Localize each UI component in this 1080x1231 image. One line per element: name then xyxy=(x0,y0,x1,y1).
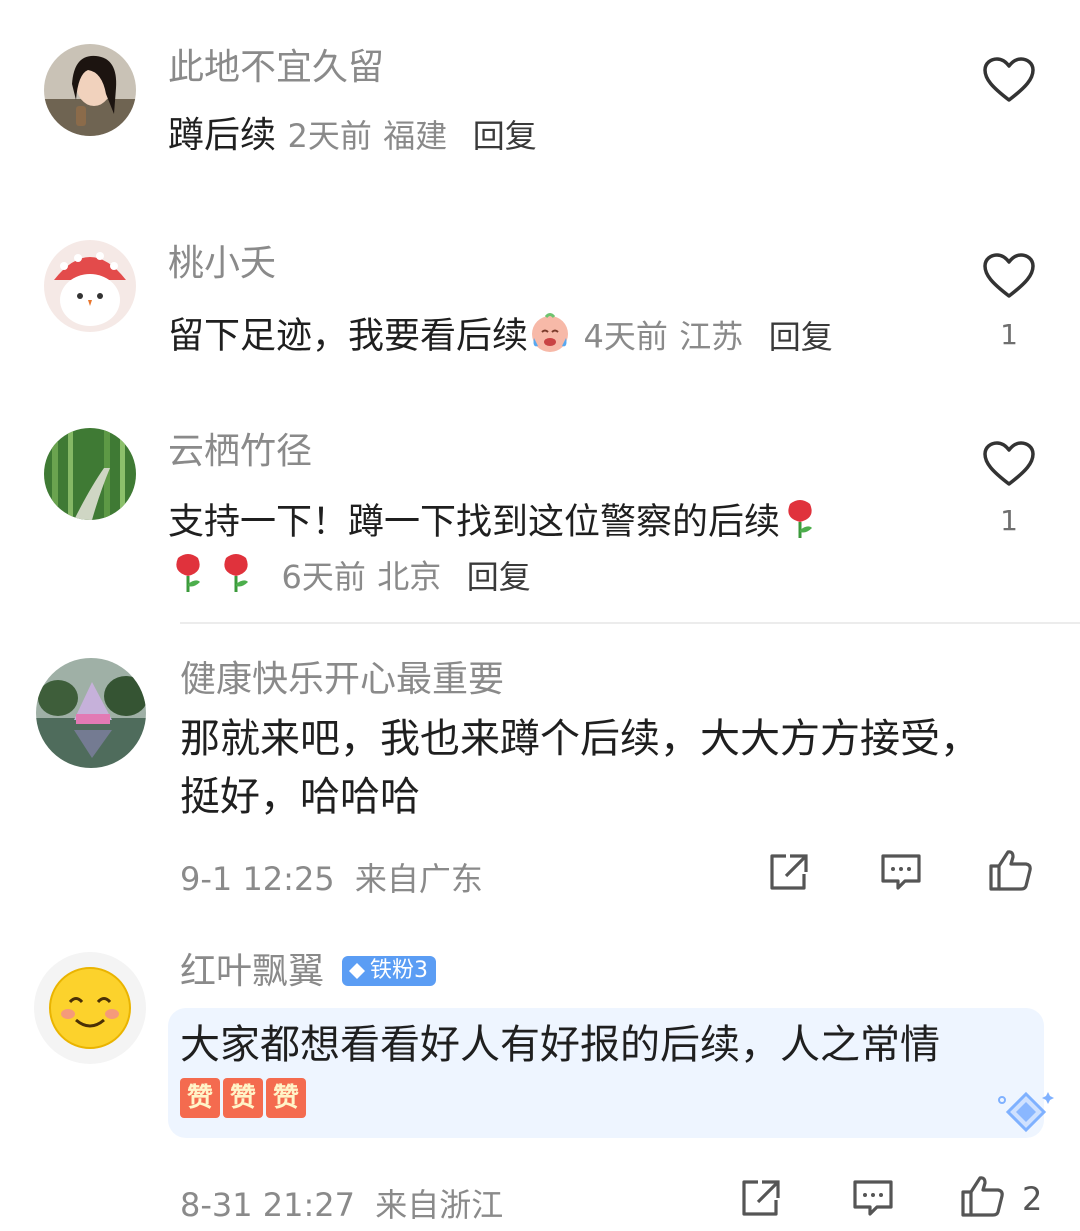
reply-button[interactable]: 回复 xyxy=(467,558,531,596)
comment-text: 留下足迹，我要看后续 4天前 江苏 回复 xyxy=(168,310,833,365)
badge-label: 铁粉3 xyxy=(370,958,428,983)
comment-location: 来自广东 xyxy=(354,860,483,898)
thumbs-up-icon xyxy=(989,850,1032,891)
avatar[interactable] xyxy=(34,952,146,1064)
comment-time: 2天前 xyxy=(287,117,372,155)
share-button[interactable] xyxy=(740,1178,782,1218)
zan-sticker: 赞 xyxy=(266,1078,306,1118)
comment-button[interactable] xyxy=(880,852,922,892)
comment-body: 那就来吧，我也来蹲个后续，大大方方接受，挺好，哈哈哈 xyxy=(180,716,980,820)
like-button[interactable] xyxy=(982,440,1036,492)
rose-emoji xyxy=(780,496,820,551)
zan-sticker: 赞 xyxy=(180,1078,220,1118)
rose-emoji xyxy=(168,550,208,605)
comment-datetime: 8-31 21:27 xyxy=(180,1186,356,1224)
comment-text: 支持一下！蹲一下找到这位警察的后续 xyxy=(168,496,820,551)
diamond-icon xyxy=(349,963,365,979)
zan-sticker: 赞 xyxy=(223,1078,263,1118)
heart-outline-icon xyxy=(983,57,1035,102)
fan-badge: 铁粉3 xyxy=(342,956,436,986)
like-count: 1 xyxy=(1000,504,1018,537)
heart-outline-icon xyxy=(983,253,1035,298)
avatar[interactable] xyxy=(44,428,136,520)
comment-text: 蹲后续 2天前 福建 回复 xyxy=(168,114,537,158)
username[interactable]: 红叶飘翼 xyxy=(180,952,324,992)
comment-button[interactable] xyxy=(852,1178,894,1218)
crying-face-emoji xyxy=(528,310,572,365)
comment-time: 6天前 xyxy=(281,557,366,596)
thumbs-up-button[interactable] xyxy=(988,848,1034,892)
username[interactable]: 健康快乐开心最重要 xyxy=(180,660,504,700)
divider xyxy=(180,622,1080,624)
comment-icon xyxy=(881,854,921,890)
reply-button[interactable]: 回复 xyxy=(473,117,537,155)
comment-time: 4天前 xyxy=(583,317,668,356)
username[interactable]: 桃小夭 xyxy=(168,244,276,284)
heart-outline-icon xyxy=(983,441,1035,486)
comment-location: 福建 xyxy=(383,117,448,155)
comment-body: 大家都想看看好人有好报的后续，人之常情 xyxy=(180,1022,940,1068)
share-button[interactable] xyxy=(768,852,810,892)
like-button[interactable] xyxy=(982,56,1036,108)
share-icon xyxy=(770,854,808,890)
avatar[interactable] xyxy=(44,44,136,136)
username[interactable]: 云栖竹径 xyxy=(168,432,312,472)
comment-datetime: 9-1 12:25 xyxy=(180,860,335,898)
reply-button[interactable]: 回复 xyxy=(769,318,833,356)
avatar[interactable] xyxy=(44,240,136,332)
comment-meta: 8-31 21:27 来自浙江 xyxy=(180,1180,503,1226)
like-count: 2 xyxy=(1022,1180,1043,1218)
comment-body: 蹲后续 xyxy=(168,115,277,156)
zan-stickers: 赞赞赞 xyxy=(180,1078,309,1118)
sparkle-diamond-icon xyxy=(994,1088,1054,1144)
thumbs-up-button[interactable] xyxy=(960,1174,1006,1218)
comment-icon xyxy=(853,1180,893,1216)
comment-text-line2: 6天前 北京 回复 xyxy=(168,550,531,605)
username[interactable]: 此地不宜久留 xyxy=(168,48,384,88)
comment-meta: 9-1 12:25 来自广东 xyxy=(180,854,483,900)
like-button[interactable] xyxy=(982,252,1036,304)
rose-emoji xyxy=(216,550,256,605)
comment-location: 江苏 xyxy=(679,317,744,356)
comment-body: 留下足迹，我要看后续 xyxy=(168,315,529,357)
avatar[interactable] xyxy=(36,658,146,768)
thumbs-up-icon xyxy=(961,1176,1004,1217)
like-count: 1 xyxy=(1000,318,1018,351)
comment-location: 北京 xyxy=(377,557,442,596)
comment-body: 支持一下！蹲一下找到这位警察的后续 xyxy=(168,501,781,543)
comment-location: 来自浙江 xyxy=(375,1186,504,1224)
share-icon xyxy=(742,1180,780,1216)
